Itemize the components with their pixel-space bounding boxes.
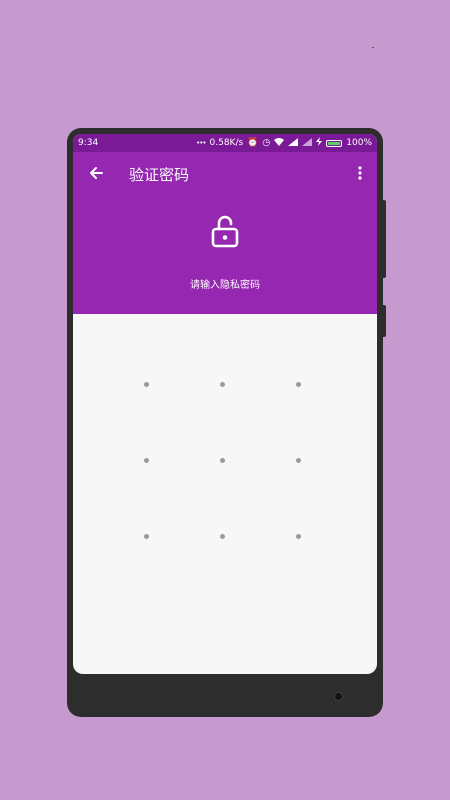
unlock-icon (211, 215, 239, 248)
pattern-lock-grid[interactable] (73, 314, 377, 674)
more-vert-icon (358, 166, 362, 180)
page-title: 验证密码 (129, 166, 190, 184)
power-button (381, 305, 386, 337)
volume-button (381, 200, 386, 278)
signal-icon (288, 137, 299, 149)
password-prompt: 请输入隐私密码 (190, 280, 260, 291)
back-button[interactable] (85, 162, 107, 184)
alarm-icon: ⏰ (247, 137, 259, 148)
pattern-dot-3-3[interactable] (295, 533, 301, 539)
camera-icon (334, 692, 343, 701)
clock-icon: ◷ (262, 137, 271, 148)
wifi-icon (274, 137, 285, 149)
status-bar: 9:34 ••• 0.58K/s ⏰ ◷ 100% (73, 134, 377, 152)
pattern-dot-3-2[interactable] (219, 533, 225, 539)
arrow-left-icon (90, 167, 103, 179)
decorative-speck (372, 47, 374, 48)
signal-2-icon (302, 137, 313, 149)
app-bar: 验证密码 请输入隐私密码 (73, 152, 377, 314)
pattern-dot-1-3[interactable] (295, 381, 301, 387)
pattern-dot-1-2[interactable] (219, 381, 225, 387)
battery-percent: 100% (346, 138, 372, 148)
more-options-button[interactable] (351, 162, 369, 184)
notification-dots-icon: ••• (196, 139, 206, 147)
battery-fill (328, 141, 341, 145)
pattern-dot-2-3[interactable] (295, 457, 301, 463)
battery-icon (326, 139, 343, 147)
phone-screen: 9:34 ••• 0.58K/s ⏰ ◷ 100% 验证密码 请输入隐私密码 (73, 134, 377, 674)
net-speed: 0.58K/s (209, 138, 244, 148)
pattern-dot-2-1[interactable] (143, 457, 149, 463)
pattern-dot-2-2[interactable] (219, 457, 225, 463)
pattern-dot-3-1[interactable] (143, 533, 149, 539)
status-icons: ••• 0.58K/s ⏰ ◷ 100% (196, 137, 372, 149)
charging-icon (316, 137, 323, 149)
pattern-dot-1-1[interactable] (143, 381, 149, 387)
status-time: 9:34 (78, 138, 99, 148)
